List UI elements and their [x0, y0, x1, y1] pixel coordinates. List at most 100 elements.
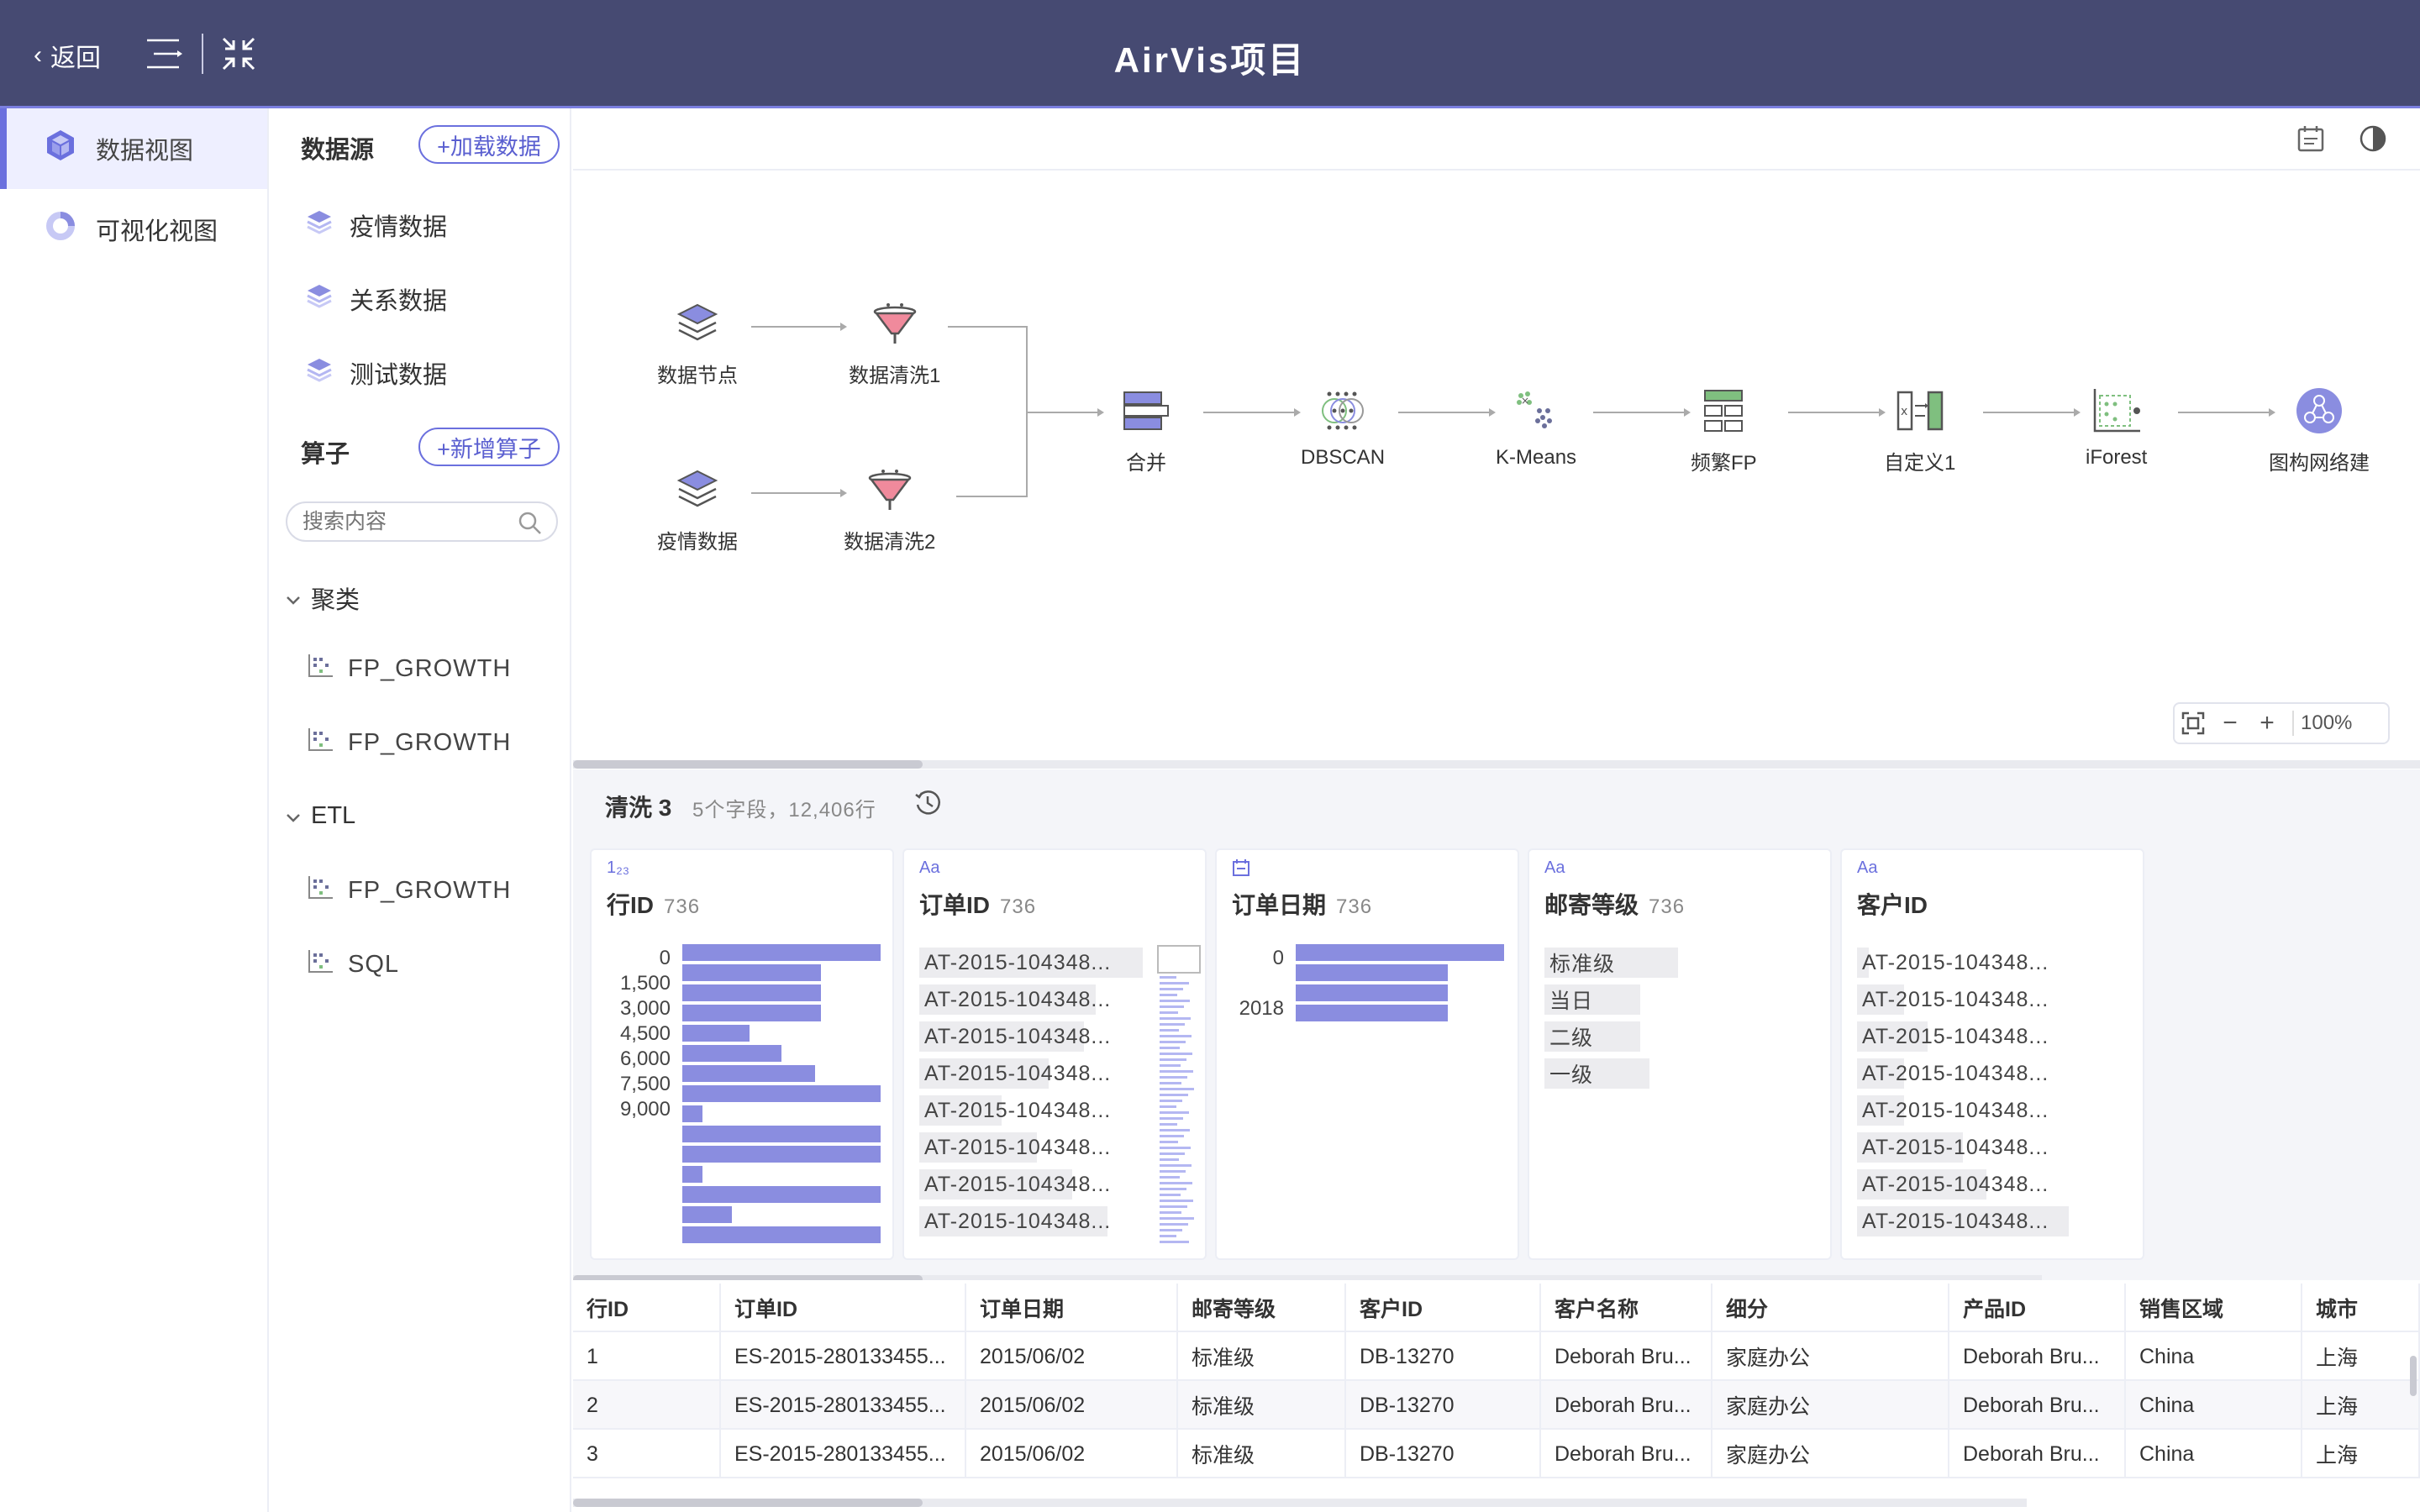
column-header[interactable]: 订单日期	[966, 1284, 1178, 1332]
column-header[interactable]: 订单ID	[721, 1284, 966, 1332]
value-row[interactable]: AT-2015-104348...	[919, 1055, 1111, 1092]
value-row[interactable]: AT-2015-104348...	[1857, 1055, 2049, 1092]
flow-node-epidemic-data[interactable]: 疫情数据	[657, 465, 738, 554]
operator-item[interactable]: SQL	[308, 948, 399, 980]
operator-item[interactable]: FP_GROWTH	[308, 727, 511, 759]
table-row[interactable]: 1 ES-2015-280133455... 2015/06/02 标准级 DB-132…	[573, 1332, 2420, 1381]
column-header[interactable]: 行ID	[573, 1284, 721, 1332]
value-row[interactable]: 一级	[1544, 1055, 1649, 1092]
value-row[interactable]: AT-2015-104348...	[919, 1129, 1111, 1166]
histogram-bar[interactable]	[682, 1025, 750, 1042]
flow-node-frequent-fp[interactable]: 频繁FP	[1691, 386, 1757, 475]
source-item[interactable]: 关系数据	[306, 281, 447, 317]
mini-bar	[1160, 1053, 1192, 1055]
zoom-in-icon[interactable]: +	[2249, 705, 2286, 742]
table-vertical-scrollbar[interactable]	[2407, 1334, 2420, 1452]
histogram-bar[interactable]	[682, 1206, 732, 1223]
fit-screen-icon[interactable]	[2175, 705, 2212, 742]
value-row[interactable]: AT-2015-104348...	[1857, 1092, 2049, 1129]
histogram-bar[interactable]	[682, 1146, 881, 1163]
column-header[interactable]: 客户名称	[1541, 1284, 1712, 1332]
value-row[interactable]: AT-2015-104348...	[919, 1166, 1111, 1203]
value-row[interactable]: AT-2015-104348...	[1857, 1129, 2049, 1166]
column-header[interactable]: 客户ID	[1346, 1284, 1541, 1332]
flow-node-custom-1[interactable]: x 自定义1	[1884, 386, 1955, 475]
column-header[interactable]: 邮寄等级	[1178, 1284, 1346, 1332]
histogram-bar[interactable]	[1296, 1005, 1448, 1021]
column-card-order-date[interactable]: 订单日期 736 0 2018	[1215, 848, 1519, 1260]
mini-bar	[1160, 1070, 1193, 1073]
history-icon[interactable]	[913, 788, 943, 822]
column-card-ship-mode[interactable]: Aa 邮寄等级 736 标准级 当日 二级 一级	[1528, 848, 1832, 1260]
histogram-bar[interactable]	[682, 1045, 781, 1062]
flow-node-kmeans[interactable]: × K-Means	[1496, 386, 1576, 470]
flow-node-clean-1[interactable]: 数据清洗1	[849, 298, 940, 388]
value-row[interactable]: AT-2015-104348...	[1857, 1018, 2049, 1055]
scrollbar-thumb[interactable]	[573, 760, 923, 769]
add-operator-button[interactable]: +新增算子	[418, 428, 560, 466]
histogram-bar[interactable]	[682, 1166, 702, 1183]
canvas-scrollbar[interactable]	[573, 760, 2420, 769]
histogram-bar[interactable]	[1296, 944, 1504, 961]
column-header[interactable]: 城市	[2302, 1284, 2420, 1332]
column-card-row-id[interactable]: 1₂₃ 行ID 736 0 1,500 3,000 4,500 6,000 7,500 9,0…	[590, 848, 894, 1260]
value-row[interactable]: AT-2015-104348...	[1857, 944, 2049, 981]
source-item[interactable]: 测试数据	[306, 355, 447, 391]
histogram-bar[interactable]	[682, 944, 881, 961]
custom-transform-icon: x	[1895, 386, 1945, 436]
histogram-bar[interactable]	[682, 1005, 821, 1021]
column-header[interactable]: 产品ID	[1949, 1284, 2126, 1332]
histogram-bar[interactable]	[682, 984, 821, 1001]
histogram-bar[interactable]	[682, 1065, 815, 1082]
histogram-bar[interactable]	[682, 1105, 702, 1122]
add-data-button[interactable]: +加载数据	[418, 125, 560, 164]
flow-canvas[interactable]: 数据节点 数据清洗1 疫情数据 数据清洗2 合并 DBSCAN × K-Mean…	[573, 108, 2420, 764]
table-row[interactable]: 2 ES-2015-280133455... 2015/06/02 标准级 DB-132…	[573, 1381, 2420, 1430]
column-header[interactable]: 细分	[1712, 1284, 1949, 1332]
value-row[interactable]: AT-2015-104348...	[1857, 1203, 2069, 1240]
table-scrollbar[interactable]	[573, 1499, 2027, 1507]
table-row[interactable]: 3 ES-2015-280133455... 2015/06/02 标准级 DB-132…	[573, 1430, 2420, 1478]
search-icon[interactable]	[518, 511, 543, 542]
value-row[interactable]: AT-2015-104348...	[919, 981, 1111, 1018]
value-row[interactable]: AT-2015-104348...	[919, 1018, 1111, 1055]
scrollbar-thumb[interactable]	[573, 1499, 923, 1507]
nav-item-data-view[interactable]: 数据视图	[0, 108, 267, 189]
flow-node-merge[interactable]: 合并	[1121, 386, 1171, 475]
scrollbar-thumb[interactable]	[2410, 1356, 2417, 1396]
operator-group[interactable]: 聚类	[286, 580, 360, 616]
column-header[interactable]: 销售区域	[2126, 1284, 2302, 1332]
search-input[interactable]	[302, 509, 504, 534]
value-row[interactable]: AT-2015-104348...	[919, 1092, 1111, 1129]
source-item[interactable]: 疫情数据	[306, 207, 447, 243]
column-card-order-id[interactable]: Aa 订单ID 736 AT-2015-104348... AT-2015-1043…	[902, 848, 1207, 1260]
histogram-bar[interactable]	[682, 964, 821, 981]
histogram-bar[interactable]	[682, 1126, 881, 1142]
value-row[interactable]: 标准级	[1544, 944, 1678, 981]
table-cell: 上海	[2302, 1381, 2420, 1430]
value-row[interactable]: 二级	[1544, 1018, 1640, 1055]
value-row[interactable]: AT-2015-104348...	[919, 1203, 1111, 1240]
node-label: 合并	[1126, 452, 1166, 475]
histogram-bar[interactable]	[682, 1226, 881, 1243]
column-card-customer-id[interactable]: Aa 客户ID AT-2015-104348... AT-2015-104348.…	[1840, 848, 2144, 1260]
flow-node-data-node[interactable]: 数据节点	[657, 298, 738, 388]
zoom-controls: − + 100%	[2173, 702, 2390, 744]
zoom-out-icon[interactable]: −	[2212, 705, 2249, 742]
operator-group[interactable]: ETL	[286, 802, 355, 830]
histogram-bar[interactable]	[1296, 984, 1448, 1001]
value-row[interactable]: AT-2015-104348...	[1857, 981, 2049, 1018]
flow-node-clean-2[interactable]: 数据清洗2	[844, 465, 935, 554]
value-row[interactable]: 当日	[1544, 981, 1640, 1018]
flow-node-dbscan[interactable]: DBSCAN	[1301, 386, 1385, 470]
histogram-bar[interactable]	[682, 1085, 881, 1102]
histogram-bar[interactable]	[682, 1186, 881, 1203]
operator-item[interactable]: FP_GROWTH	[308, 653, 511, 685]
flow-node-iforest[interactable]: iForest	[2086, 386, 2147, 470]
nav-item-visual-view[interactable]: 可视化视图	[0, 189, 267, 270]
operator-item[interactable]: FP_GROWTH	[308, 874, 511, 906]
flow-node-graph-build[interactable]: 图构网络建	[2269, 386, 2370, 475]
value-row[interactable]: AT-2015-104348...	[1857, 1166, 2049, 1203]
value-row[interactable]: AT-2015-104348...	[919, 944, 1143, 981]
histogram-bar[interactable]	[1296, 964, 1448, 981]
